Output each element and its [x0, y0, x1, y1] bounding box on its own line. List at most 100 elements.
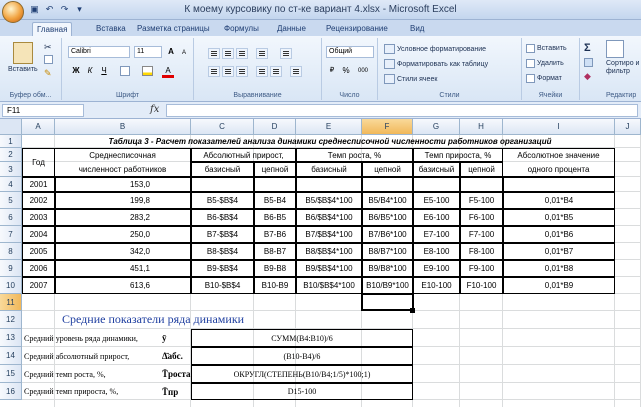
number-format-combo[interactable]: Общий — [326, 46, 374, 58]
italic-button[interactable]: К — [84, 65, 96, 77]
align-center-icon[interactable] — [222, 66, 234, 77]
select-all-corner[interactable] — [0, 119, 22, 135]
cells-label: Ячейки — [538, 92, 563, 99]
table-cell-year: 2003 — [22, 209, 55, 226]
window-title: К моему курсовику по ст-ке вариант 4.xls… — [184, 4, 457, 15]
column-header-c[interactable]: C — [191, 119, 254, 135]
row-header-9[interactable]: 9 — [0, 260, 22, 277]
table-cell-year: 2002 — [22, 192, 55, 209]
conditional-format-button[interactable]: Условное форматирование — [384, 44, 486, 54]
align-right-icon[interactable] — [236, 66, 248, 77]
align-top-icon[interactable] — [208, 48, 220, 59]
column-header-f[interactable]: F — [362, 119, 413, 135]
align-bottom-icon[interactable] — [236, 48, 248, 59]
table-cell-g: E7-100 — [413, 226, 460, 243]
row-header-14[interactable]: 14 — [0, 347, 22, 365]
autosum-button[interactable]: Σ — [584, 42, 591, 54]
tab-home[interactable]: Главная — [32, 22, 73, 36]
column-header-e[interactable]: E — [296, 119, 362, 135]
format-painter-button[interactable]: ✎ — [44, 68, 52, 79]
tab-formulas[interactable]: Формулы — [220, 22, 263, 36]
row-header-6[interactable]: 6 — [0, 209, 22, 226]
table-cell-i: 0,01*B9 — [503, 277, 615, 294]
office-button[interactable] — [2, 1, 24, 23]
table-cell-h — [460, 177, 503, 192]
tab-view[interactable]: Вид — [406, 22, 428, 36]
fill-handle[interactable] — [410, 308, 415, 313]
tab-review[interactable]: Рецензирование — [322, 22, 392, 36]
table-cell-d: B9-B8 — [254, 260, 296, 277]
borders-icon — [120, 66, 130, 76]
table-cell-h: F9-100 — [460, 260, 503, 277]
fill-color-button[interactable] — [142, 66, 153, 76]
subheader-chain: цепной — [362, 162, 413, 177]
row-header-11[interactable]: 11 — [0, 294, 22, 311]
fill-button[interactable] — [584, 58, 593, 67]
decrease-indent-icon[interactable] — [256, 66, 268, 77]
row-header-1[interactable]: 1 — [0, 135, 22, 148]
table-cell-e — [296, 177, 362, 192]
row-header-16[interactable]: 16 — [0, 383, 22, 400]
insert-cells-button[interactable]: Вставить — [526, 44, 567, 53]
row-header-4[interactable]: 4 — [0, 177, 22, 192]
row-header-10[interactable]: 10 — [0, 277, 22, 294]
row-header-5[interactable]: 5 — [0, 192, 22, 209]
increase-indent-icon[interactable] — [270, 66, 282, 77]
copy-button[interactable] — [44, 55, 53, 64]
column-header-a[interactable]: A — [22, 119, 55, 135]
clear-button[interactable]: ◆ — [584, 71, 591, 82]
formula-input[interactable] — [166, 104, 638, 117]
cell-styles-button[interactable]: Стили ячеек — [384, 74, 437, 84]
row-header-15[interactable]: 15 — [0, 365, 22, 383]
table-cell-c: B10-$B$4 — [191, 277, 254, 294]
cut-button[interactable]: ✂ — [44, 42, 52, 53]
tab-page-layout[interactable]: Разметка страницы — [133, 22, 214, 36]
table-cell-c — [191, 177, 254, 192]
font-color-button[interactable]: A — [162, 65, 174, 78]
column-header-d[interactable]: D — [254, 119, 296, 135]
orientation-icon[interactable] — [256, 48, 268, 59]
row-header-2[interactable]: 2 — [0, 148, 22, 162]
row-header-7[interactable]: 7 — [0, 226, 22, 243]
tab-insert[interactable]: Вставка — [92, 22, 130, 36]
formula-bar: F11 fx — [0, 102, 641, 119]
column-header-b[interactable]: B — [55, 119, 191, 135]
currency-button[interactable]: ₽ — [326, 65, 338, 77]
row-header-12[interactable]: 12 — [0, 311, 22, 329]
delete-cells-label: Удалить — [537, 60, 564, 67]
merge-center-icon[interactable] — [290, 66, 302, 77]
tab-data[interactable]: Данные — [273, 22, 310, 36]
table-cell-f: B8/B7*100 — [362, 243, 413, 260]
thousands-button[interactable]: 000 — [354, 65, 372, 77]
bold-button[interactable]: Ж — [70, 65, 82, 77]
percent-button[interactable]: % — [340, 65, 352, 77]
column-header-g[interactable]: G — [413, 119, 460, 135]
align-middle-icon[interactable] — [222, 48, 234, 59]
delete-cells-button[interactable]: Удалить — [526, 59, 564, 68]
column-header-h[interactable]: H — [460, 119, 503, 135]
paste-button[interactable]: Вставить — [8, 42, 38, 73]
column-header-i[interactable]: I — [503, 119, 615, 135]
row-header-8[interactable]: 8 — [0, 243, 22, 260]
sort-filter-button[interactable]: Сортиро и фильтр — [606, 40, 640, 76]
wrap-text-icon[interactable] — [280, 48, 292, 59]
borders-button[interactable] — [120, 66, 130, 76]
table-cell-h: F6-100 — [460, 209, 503, 226]
cell-styles-icon — [384, 74, 395, 84]
underline-button[interactable]: Ч — [98, 65, 110, 77]
format-as-table-button[interactable]: Форматировать как таблицу — [384, 59, 488, 69]
font-name-combo[interactable]: Calibri — [68, 46, 130, 58]
format-cells-button[interactable]: Формат — [526, 74, 562, 83]
shrink-font-button[interactable]: A — [178, 47, 190, 59]
insert-cells-label: Вставить — [537, 45, 567, 52]
column-header-j[interactable]: J — [615, 119, 641, 135]
name-box[interactable]: F11 — [2, 104, 84, 117]
worksheet-grid[interactable]: ABCDEFGHIJ 1 2 3 4 5 6 7 8 9 10 11 12 13 14 15 16 Табли… — [0, 119, 641, 407]
align-left-icon[interactable] — [208, 66, 220, 77]
row-header-13[interactable]: 13 — [0, 329, 22, 347]
insert-function-icon[interactable]: fx — [150, 104, 159, 115]
active-cell-selection[interactable] — [361, 293, 414, 311]
font-size-combo[interactable]: 11 — [134, 46, 162, 58]
row-header-3[interactable]: 3 — [0, 162, 22, 177]
grow-font-button[interactable]: A — [165, 46, 177, 58]
